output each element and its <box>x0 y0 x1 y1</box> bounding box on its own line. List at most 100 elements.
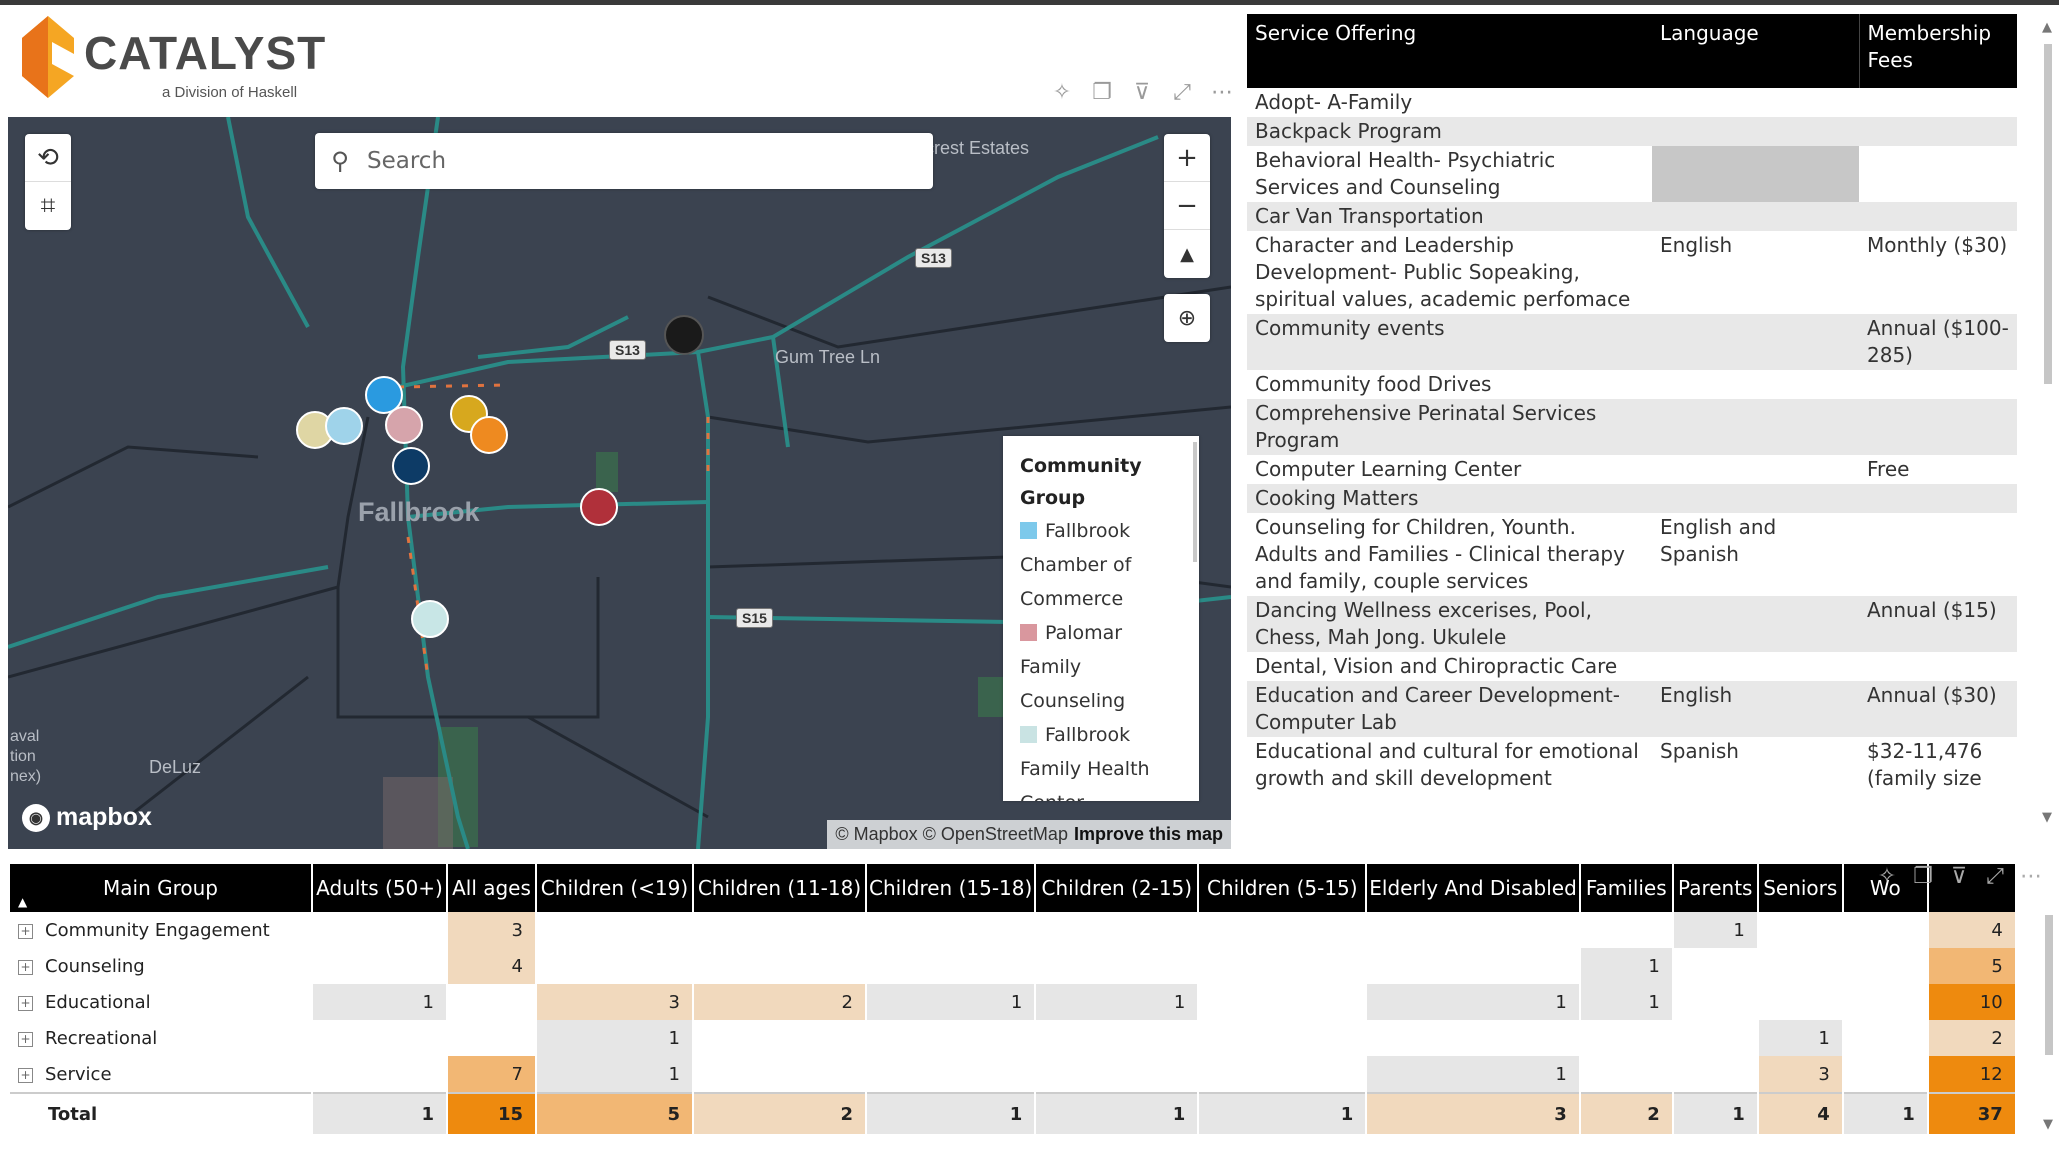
matrix-row-header[interactable]: Main Group ▲ <box>10 864 311 912</box>
zoom-in-button[interactable]: + <box>1164 134 1210 182</box>
cell-language <box>1652 88 1859 117</box>
matrix-row[interactable]: + Service 7 1 1 3 12 <box>10 1056 2015 1092</box>
matrix-cell <box>867 948 1034 984</box>
expand-icon[interactable]: + <box>18 959 33 975</box>
column-header-service[interactable]: Service Offering <box>1247 14 1652 88</box>
table-row[interactable]: Backpack Program <box>1247 117 2017 146</box>
matrix-cell: 4 <box>448 948 535 984</box>
matrix-column-header[interactable]: Children (2-15) <box>1036 864 1198 912</box>
table-row[interactable]: Counseling for Children, Younth. Adults … <box>1247 513 2017 596</box>
more-options-icon[interactable]: ⋯ <box>1211 80 1233 105</box>
matrix-cell: 10 <box>1928 984 2015 1020</box>
cell-service: Behavioral Health- Psychiatric Services … <box>1255 148 1556 199</box>
matrix-cell: 1 <box>1673 912 1757 948</box>
matrix-column-header[interactable]: Families <box>1580 864 1672 912</box>
table-row[interactable]: Educational and cultural for emotional g… <box>1247 737 2017 793</box>
table-row[interactable]: Community food Drives <box>1247 370 2017 399</box>
matrix-column-header[interactable]: All ages <box>448 864 535 912</box>
table-row[interactable]: Community events Annual ($100-285) <box>1247 314 2017 370</box>
matrix-column-header[interactable]: Elderly And Disabled <box>1367 864 1579 912</box>
focus-mode-icon[interactable]: ⤢ <box>1171 80 1193 105</box>
column-header-language[interactable]: Language <box>1652 14 1859 88</box>
table-row[interactable]: Education and Career Development- Comput… <box>1247 681 2017 737</box>
service-table-scrollbar[interactable]: ▲ ▼ <box>2040 20 2056 830</box>
expand-icon[interactable]: + <box>18 1067 33 1083</box>
matrix-total-cell: 15 <box>448 1092 535 1134</box>
matrix-scrollbar[interactable]: ▼ <box>2042 905 2056 1135</box>
scrollbar-thumb[interactable] <box>2044 44 2052 384</box>
legend-title: Community Group <box>1020 455 1142 509</box>
sort-ascending-icon[interactable]: ▲ <box>18 895 27 909</box>
matrix-cell: 1 <box>1367 1056 1579 1092</box>
scrollbar-thumb[interactable] <box>2045 915 2053 1055</box>
table-row[interactable]: Dental, Vision and Chiropractic Care <box>1247 652 2017 681</box>
improve-map-link[interactable]: Improve this map <box>1074 824 1223 844</box>
matrix-column-header[interactable]: Children (11-18) <box>694 864 865 912</box>
matrix-visual-header: ✧ ❐ ⊽ ⤢ ⋯ <box>1876 864 2042 889</box>
table-row[interactable]: Comprehensive Perinatal Services Program <box>1247 399 2017 455</box>
scroll-up-icon[interactable]: ▲ <box>2042 20 2052 35</box>
copy-icon[interactable]: ❐ <box>1091 80 1113 105</box>
matrix-cell <box>1759 984 1842 1020</box>
compass-icon[interactable]: ▲ <box>1164 230 1210 278</box>
matrix-cell: 2 <box>694 984 865 1020</box>
legend-item[interactable]: Fallbrook Chamber of Commerce <box>1003 514 1180 616</box>
table-row[interactable]: Character and Leadership Development- Pu… <box>1247 231 2017 314</box>
matrix-column-header[interactable]: Parents <box>1673 864 1757 912</box>
zoom-to-fit-icon[interactable]: ⊕ <box>1164 294 1210 342</box>
filter-icon[interactable]: ⊽ <box>1948 864 1970 889</box>
matrix-total-cell: 1 <box>1843 1092 1927 1134</box>
cell-fees <box>1859 146 2017 202</box>
table-row[interactable]: Computer Learning Center Free <box>1247 455 2017 484</box>
table-row[interactable]: Cooking Matters <box>1247 484 2017 513</box>
expand-icon[interactable]: + <box>18 1031 33 1047</box>
table-row[interactable]: Behavioral Health- Psychiatric Services … <box>1247 146 2017 202</box>
matrix-cell <box>694 912 865 948</box>
matrix-column-header[interactable]: Adults (50+) <box>313 864 446 912</box>
matrix-cell: 1 <box>1367 984 1579 1020</box>
matrix-cell <box>1581 912 1672 948</box>
focus-mode-icon[interactable]: ⤢ <box>1984 864 2006 889</box>
table-row[interactable]: Dancing Wellness excerises, Pool, Chess,… <box>1247 596 2017 652</box>
lasso-select-icon[interactable]: ⟲ <box>25 134 71 182</box>
pin-icon[interactable]: ✧ <box>1051 80 1073 105</box>
more-options-icon[interactable]: ⋯ <box>2020 864 2042 889</box>
pin-icon[interactable]: ✧ <box>1876 864 1898 889</box>
expand-icon[interactable]: + <box>18 923 33 939</box>
matrix-total-cell: 5 <box>537 1092 692 1134</box>
matrix-total-row[interactable]: Total 1 15 5 2 1 1 1 3 2 1 4 1 37 <box>10 1092 2015 1134</box>
filter-icon[interactable]: ⊽ <box>1131 80 1153 105</box>
legend-item[interactable]: Fallbrook Family Health Center <box>1003 718 1180 801</box>
table-row[interactable]: Car Van Transportation <box>1247 202 2017 231</box>
copy-icon[interactable]: ❐ <box>1912 864 1934 889</box>
cell-service: Adopt- A-Family <box>1255 90 1413 114</box>
logo-text: CATALYST <box>84 27 327 79</box>
map-search-input[interactable] <box>365 147 909 175</box>
column-header-fees[interactable]: Membership Fees <box>1858 14 2017 88</box>
expand-icon[interactable]: + <box>18 995 33 1011</box>
matrix-column-header[interactable]: Children (<19) <box>537 864 692 912</box>
matrix-row[interactable]: + Counseling 4 1 5 <box>10 948 2015 984</box>
table-row[interactable]: Adopt- A-Family <box>1247 88 2017 117</box>
matrix-row[interactable]: + Recreational 1 1 2 <box>10 1020 2015 1056</box>
map-label-town: Fallbrook <box>358 497 480 527</box>
matrix-cell: 1 <box>1580 948 1672 984</box>
matrix-column-header[interactable]: Children (15-18) <box>867 864 1035 912</box>
map-visual[interactable]: Fallbrook Gum Tree Ln crest Estates DeLu… <box>8 117 1231 849</box>
matrix-total-cell: 2 <box>1580 1092 1672 1134</box>
scroll-down-icon[interactable]: ▼ <box>2043 1117 2053 1132</box>
legend-scrollbar[interactable] <box>1193 442 1197 562</box>
rectangle-select-icon[interactable]: ⌗ <box>25 182 71 230</box>
matrix-row[interactable]: + Community Engagement 3 1 4 <box>10 912 2015 948</box>
matrix-row-label: + Recreational <box>10 1020 311 1056</box>
legend-swatch <box>1020 726 1037 743</box>
legend-item[interactable]: Palomar Family Counseling <box>1003 616 1180 718</box>
cell-language: English <box>1660 233 1733 257</box>
matrix-cell <box>1199 912 1365 948</box>
matrix-column-header[interactable]: Seniors <box>1758 864 1842 912</box>
zoom-out-button[interactable]: − <box>1164 182 1210 230</box>
matrix-column-header[interactable]: Children (5-15) <box>1199 864 1366 912</box>
matrix-row[interactable]: + Educational 1 3 2 1 1 1 1 10 <box>10 984 2015 1020</box>
map-zoom-extent: ⊕ <box>1164 294 1210 342</box>
scroll-down-icon[interactable]: ▼ <box>2042 810 2052 825</box>
